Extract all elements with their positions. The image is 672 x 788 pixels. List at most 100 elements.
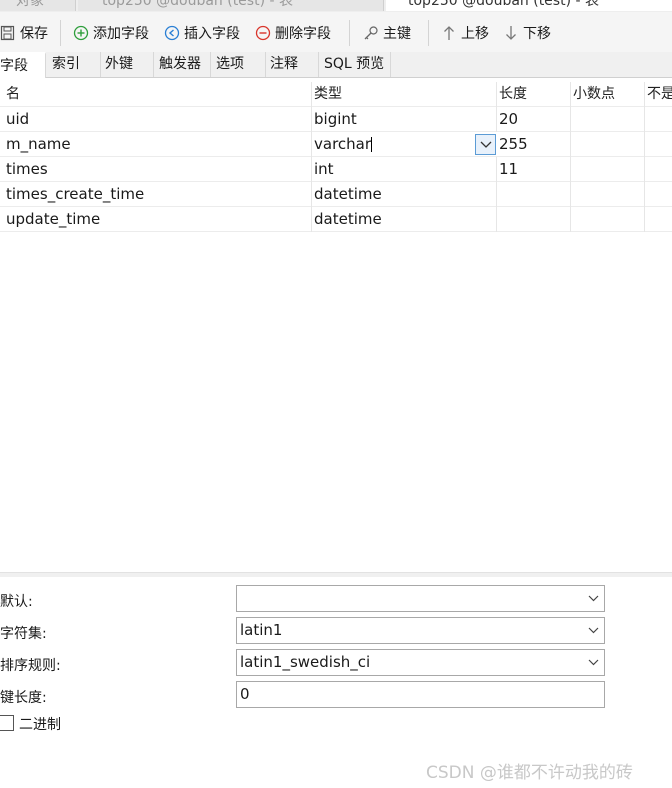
- arrow-down-icon: [503, 25, 519, 41]
- tab-indexes[interactable]: 索引: [48, 52, 101, 77]
- insert-arrow-icon: [164, 25, 180, 41]
- primary-key-button[interactable]: 主键: [363, 22, 411, 44]
- field-name-cell[interactable]: m_name: [0, 132, 312, 157]
- tab-label: 选项: [216, 56, 244, 72]
- grid-header-row: 名 类型 长度 小数点 不是: [0, 82, 672, 107]
- save-icon: [0, 25, 16, 41]
- charset-select[interactable]: latin1: [236, 617, 605, 644]
- collation-value: latin1_swedish_ci: [240, 653, 371, 671]
- tab-label: SQL 预览: [324, 56, 385, 72]
- table-row[interactable]: times int 11: [0, 157, 672, 182]
- field-length-cell[interactable]: 255: [497, 132, 571, 157]
- tab-label: 触发器: [159, 56, 201, 72]
- doc-tab-label: top250 @douban (test) - 表: [408, 0, 599, 9]
- charset-value: latin1: [240, 621, 283, 639]
- column-header-length[interactable]: 长度: [497, 82, 571, 107]
- binary-label: 二进制: [19, 717, 61, 733]
- text-cursor: [371, 137, 373, 152]
- primary-key-label: 主键: [383, 26, 411, 42]
- chevron-down-icon: [588, 627, 599, 634]
- field-type-cell[interactable]: datetime: [312, 182, 497, 207]
- tab-triggers[interactable]: 触发器: [155, 52, 211, 77]
- table-row[interactable]: update_time datetime: [0, 207, 672, 232]
- type-dropdown-button[interactable]: [475, 134, 496, 155]
- arrow-up-icon: [441, 25, 457, 41]
- tab-foreign-keys[interactable]: 外键: [101, 52, 154, 77]
- field-type-editor[interactable]: varchar: [312, 132, 497, 157]
- column-header-type[interactable]: 类型: [312, 82, 497, 107]
- field-length-cell[interactable]: 11: [497, 157, 571, 182]
- doc-tab-table-1[interactable]: top250 @douban (test) - 表: [78, 0, 384, 11]
- designer-tab-bar: 字段 索引 外键 触发器 选项 注释 SQL 预览: [0, 52, 672, 78]
- tab-label: 索引: [52, 56, 80, 72]
- key-length-input[interactable]: 0: [236, 681, 605, 708]
- field-not-null-cell[interactable]: [645, 182, 672, 207]
- binary-checkbox[interactable]: [0, 715, 14, 731]
- field-name-cell[interactable]: update_time: [0, 207, 312, 232]
- document-tab-bar: 对象 top250 @douban (test) - 表 top250 @dou…: [0, 0, 672, 12]
- key-icon: [363, 25, 379, 41]
- field-type-cell[interactable]: datetime: [312, 207, 497, 232]
- field-type-value: varchar: [314, 135, 372, 153]
- column-header-not-null[interactable]: 不是: [645, 82, 672, 107]
- field-decimals-cell[interactable]: [571, 157, 645, 182]
- field-type-cell[interactable]: bigint: [312, 107, 497, 132]
- tab-sql-preview[interactable]: SQL 预览: [320, 52, 391, 77]
- table-designer-toolbar: 保存 添加字段 插入字段 删除字段 主键 上移 下移: [0, 12, 672, 52]
- chevron-down-icon: [588, 659, 599, 666]
- delete-field-button[interactable]: 删除字段: [255, 22, 331, 44]
- field-name-cell[interactable]: times: [0, 157, 312, 182]
- field-decimals-cell[interactable]: [571, 132, 645, 157]
- field-decimals-cell[interactable]: [571, 182, 645, 207]
- table-row[interactable]: times_create_time datetime: [0, 182, 672, 207]
- field-not-null-cell[interactable]: [645, 207, 672, 232]
- doc-tab-label: top250 @douban (test) - 表: [102, 0, 293, 9]
- field-not-null-cell[interactable]: [645, 107, 672, 132]
- panel-splitter[interactable]: [0, 572, 672, 577]
- doc-tab-objects[interactable]: 对象: [0, 0, 76, 11]
- insert-field-button[interactable]: 插入字段: [164, 22, 240, 44]
- move-down-button[interactable]: 下移: [503, 22, 551, 44]
- table-row[interactable]: uid bigint 20: [0, 107, 672, 132]
- table-row[interactable]: m_name varchar 255: [0, 132, 672, 157]
- tab-label: 外键: [105, 56, 133, 72]
- toolbar-separator: [349, 20, 350, 46]
- column-header-decimals[interactable]: 小数点: [571, 82, 645, 107]
- collation-select[interactable]: latin1_swedish_ci: [236, 649, 605, 676]
- field-type-cell[interactable]: int: [312, 157, 497, 182]
- field-length-cell[interactable]: [497, 207, 571, 232]
- field-length-cell[interactable]: 20: [497, 107, 571, 132]
- default-select[interactable]: [236, 585, 605, 612]
- insert-field-label: 插入字段: [184, 26, 240, 42]
- move-up-label: 上移: [461, 26, 489, 42]
- save-button[interactable]: 保存: [0, 22, 48, 44]
- doc-tab-label: 对象: [16, 0, 44, 9]
- field-not-null-cell[interactable]: [645, 157, 672, 182]
- tab-options[interactable]: 选项: [212, 52, 266, 77]
- field-decimals-cell[interactable]: [571, 107, 645, 132]
- charset-label: 字符集:: [0, 626, 47, 642]
- chevron-down-icon: [588, 595, 599, 602]
- tab-comment[interactable]: 注释: [266, 52, 319, 77]
- move-down-label: 下移: [523, 26, 551, 42]
- add-field-label: 添加字段: [93, 26, 149, 42]
- add-field-button[interactable]: 添加字段: [73, 22, 149, 44]
- tab-label: 字段: [0, 58, 28, 74]
- tab-fields[interactable]: 字段: [0, 52, 46, 78]
- column-header-name[interactable]: 名: [0, 82, 312, 107]
- field-decimals-cell[interactable]: [571, 207, 645, 232]
- add-circle-icon: [73, 25, 89, 41]
- watermark: CSDN @谁都不许动我的砖: [426, 763, 633, 783]
- move-up-button[interactable]: 上移: [441, 22, 489, 44]
- doc-tab-table-2[interactable]: top250 @douban (test) - 表: [386, 0, 672, 11]
- key-length-label: 键长度:: [0, 690, 47, 706]
- field-length-cell[interactable]: [497, 182, 571, 207]
- collation-label: 排序规则:: [0, 658, 61, 674]
- chevron-down-icon: [480, 141, 492, 148]
- field-name-cell[interactable]: times_create_time: [0, 182, 312, 207]
- toolbar-separator: [60, 20, 61, 46]
- key-length-value: 0: [240, 685, 250, 703]
- field-name-cell[interactable]: uid: [0, 107, 312, 132]
- delete-field-label: 删除字段: [275, 26, 331, 42]
- field-not-null-cell[interactable]: [645, 132, 672, 157]
